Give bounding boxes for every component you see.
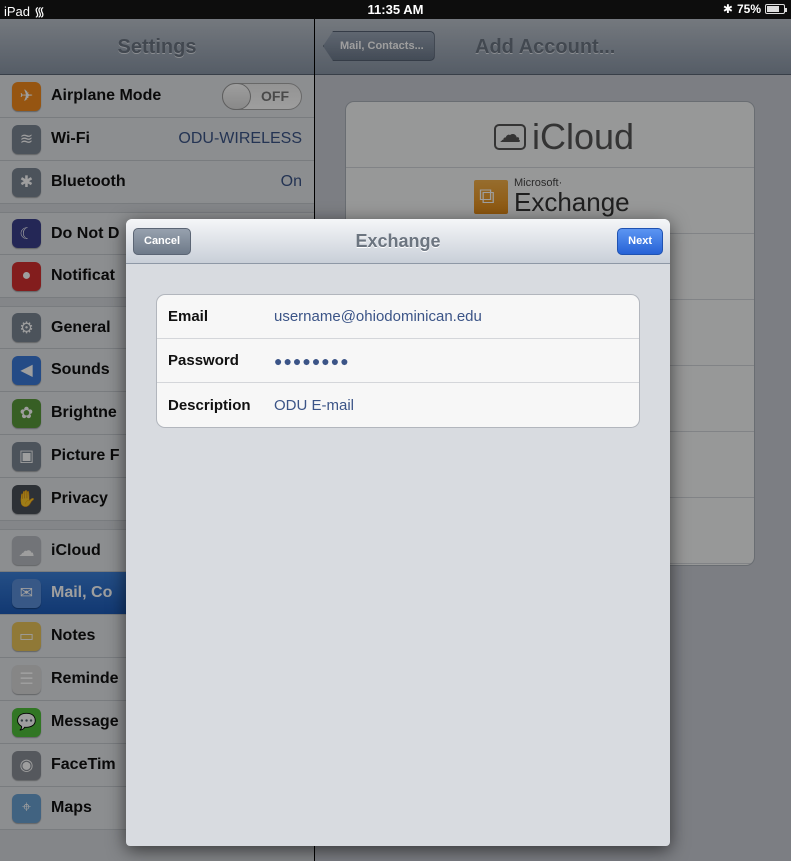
bluetooth-icon: ✱ [722,2,733,16]
status-right: ✱ 75% [722,2,787,16]
cancel-button[interactable]: Cancel [133,228,192,255]
email-field[interactable]: username@ohiodominican.edu [274,308,482,325]
password-field[interactable]: ●●●●●●●● [274,353,350,369]
status-bar: iPad ᯾ 11:35 AM ✱ 75% [0,0,791,19]
password-row[interactable]: Password ●●●●●●●● [157,339,639,383]
account-form: Email username@ohiodominican.edu Passwor… [156,294,640,428]
description-field[interactable]: ODU E-mail [274,397,354,414]
password-label: Password [168,352,239,369]
description-row[interactable]: Description ODU E-mail [157,383,639,427]
battery-percent: 75% [736,2,761,16]
exchange-title: Exchange [355,231,441,251]
exchange-sheet: Cancel Exchange Next Email username@ohio… [126,219,670,846]
exchange-nav-bar: Cancel Exchange Next [126,219,670,264]
status-time: 11:35 AM [367,2,424,17]
battery-fill [767,6,779,12]
email-row[interactable]: Email username@ohiodominican.edu [157,295,639,339]
description-label: Description [168,396,251,414]
battery-icon [765,4,787,14]
next-button[interactable]: Next [617,228,663,255]
email-label: Email [168,308,209,325]
